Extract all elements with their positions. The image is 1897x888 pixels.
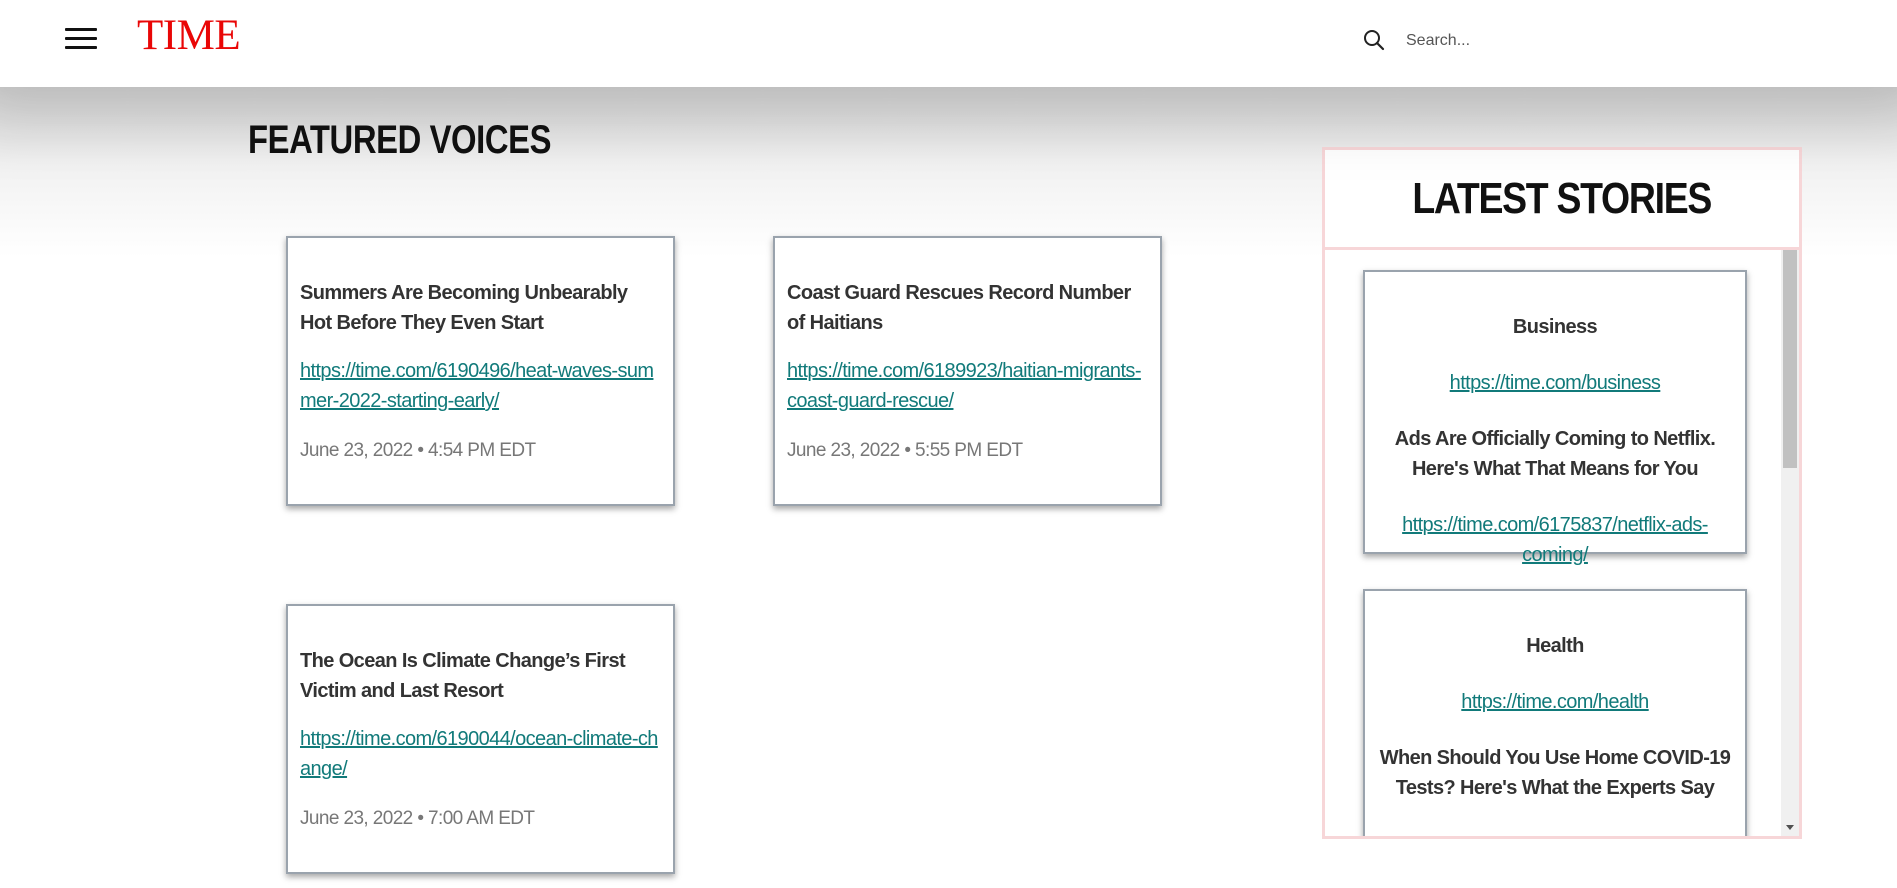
card-title: Coast Guard Rescues Record Number of Hai… xyxy=(787,282,1131,334)
story-category: Health xyxy=(1526,635,1584,657)
card-title: Summers Are Becoming Unbearably Hot Befo… xyxy=(300,282,628,334)
latest-stories-heading: LATEST STORIES xyxy=(1412,173,1713,223)
featured-card: Coast Guard Rescues Record Number of Hai… xyxy=(773,236,1162,506)
featured-card: The Ocean Is Climate Change’s First Vict… xyxy=(286,604,675,874)
story-link[interactable]: https://time.com/6175837/netflix-ads-com… xyxy=(1375,510,1735,570)
story-card: Business https://time.com/business Ads A… xyxy=(1363,270,1747,566)
card-date: June 23, 2022 • 5:55 PM EDT xyxy=(787,440,1023,461)
search-input[interactable] xyxy=(1406,26,1746,56)
latest-stories-scrollbar[interactable] xyxy=(1781,250,1799,836)
hamburger-menu-icon[interactable] xyxy=(65,26,97,52)
card-link[interactable]: https://time.com/6189923/haitian-migrant… xyxy=(787,356,1148,416)
story-category-link[interactable]: https://time.com/business xyxy=(1375,368,1735,398)
scrollbar-thumb[interactable] xyxy=(1783,250,1797,468)
card-date: June 23, 2022 • 4:54 PM EDT xyxy=(300,440,536,461)
story-headline: Ads Are Officially Coming to Netflix. He… xyxy=(1394,428,1716,480)
time-logo[interactable]: TIME xyxy=(137,11,241,61)
card-link[interactable]: https://time.com/6190496/heat-waves-summ… xyxy=(300,356,661,416)
latest-stories-header: LATEST STORIES xyxy=(1325,150,1799,250)
story-headline: When Should You Use Home COVID-19 Tests?… xyxy=(1379,747,1731,799)
latest-stories-panel: LATEST STORIES Business https://time.com… xyxy=(1322,147,1802,839)
latest-stories-list[interactable]: Business https://time.com/business Ads A… xyxy=(1325,250,1799,836)
card-link[interactable]: https://time.com/6190044/ocean-climate-c… xyxy=(300,724,661,784)
card-title: The Ocean Is Climate Change’s First Vict… xyxy=(300,650,626,702)
story-category: Business xyxy=(1512,316,1598,338)
story-card: Health https://time.com/health When Shou… xyxy=(1363,589,1747,836)
card-date: June 23, 2022 • 7:00 AM EDT xyxy=(300,808,535,829)
featured-voices-heading: FEATURED VOICES xyxy=(248,118,552,162)
story-category-link[interactable]: https://time.com/health xyxy=(1375,687,1735,717)
search-icon[interactable] xyxy=(1362,28,1386,52)
scroll-down-arrow-icon[interactable] xyxy=(1786,825,1794,830)
top-navigation-bar: TIME xyxy=(0,0,1897,87)
featured-card: Summers Are Becoming Unbearably Hot Befo… xyxy=(286,236,675,506)
